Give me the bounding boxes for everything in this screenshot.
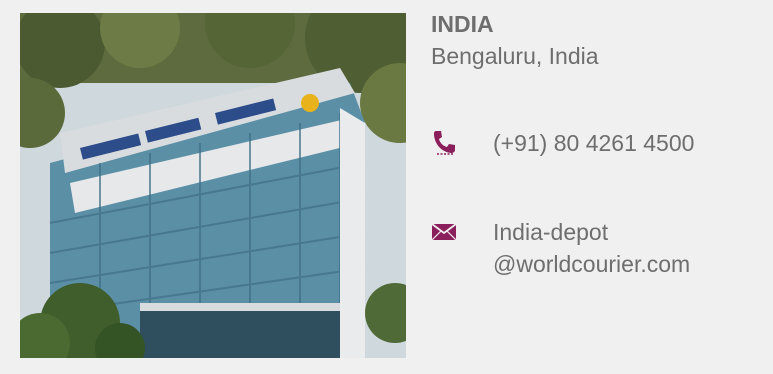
email-address[interactable]: India-depot @worldcourier.com xyxy=(493,216,690,280)
office-card: INDIA Bengaluru, India (+91) 80 4261 450… xyxy=(0,0,773,374)
phone-number[interactable]: (+91) 80 4261 4500 xyxy=(493,127,694,159)
city-label: Bengaluru, India xyxy=(431,43,599,69)
email-row[interactable]: India-depot @worldcourier.com xyxy=(431,216,690,280)
country-heading: INDIA xyxy=(431,11,494,37)
office-building-photo xyxy=(20,13,406,358)
email-line-1: India-depot xyxy=(493,219,609,245)
envelope-icon xyxy=(431,218,457,244)
phone-icon xyxy=(431,129,457,155)
phone-row[interactable]: (+91) 80 4261 4500 xyxy=(431,127,694,159)
office-info: INDIA Bengaluru, India (+91) 80 4261 450… xyxy=(431,8,771,277)
email-line-2: @worldcourier.com xyxy=(493,251,691,277)
